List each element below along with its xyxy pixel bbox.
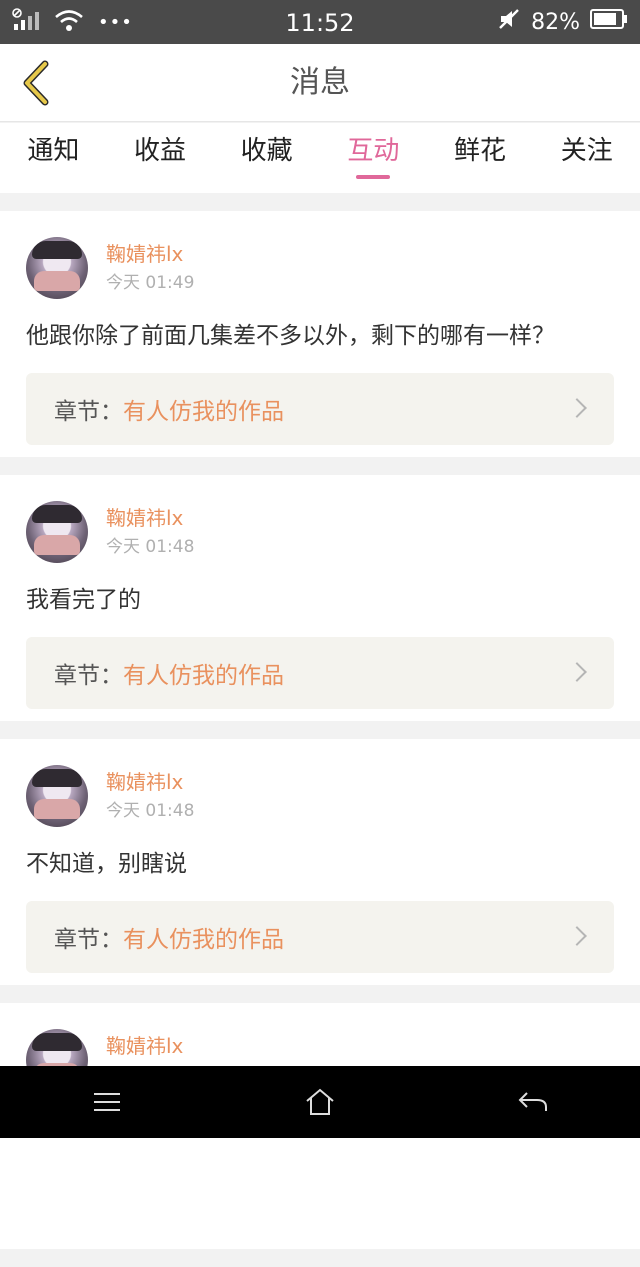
tab-following[interactable]: 关注 [533,123,640,193]
home-icon [306,1088,334,1115]
chevron-right-icon [567,662,587,682]
menu-button[interactable] [67,1066,147,1138]
timestamp: 今天 01:49 [106,273,195,293]
status-right-icons: 82% [497,0,628,44]
battery-level: 82% [531,9,580,35]
tab-interactions[interactable]: 互动 [320,123,427,193]
chapter-link[interactable]: 章节： 有人仿我的作品 [26,373,614,445]
username[interactable]: 鞠婧祎lx [106,239,194,269]
home-button[interactable] [280,1066,360,1138]
chapter-link[interactable]: 章节： 有人仿我的作品 [26,901,614,973]
chapter-label: 章节： [54,399,123,425]
timestamp: 今天 01:48 [106,537,195,557]
tab-notifications[interactable]: 通知 [0,123,107,193]
tab-earnings[interactable]: 收益 [107,123,214,193]
tab-favorites[interactable]: 收藏 [213,123,320,193]
status-bar: ••• 11:52 82% [0,0,640,44]
chapter-label: 章节： [54,927,123,953]
timestamp: 今天 01:48 [106,801,195,821]
chapter-title: 有人仿我的作品 [123,399,284,425]
chevron-right-icon [567,926,587,946]
avatar[interactable] [26,237,88,299]
message-card: 鞠婧祎lx 今天 01:49 他跟你除了前面几集差不多以外，剩下的哪有一样？ 章… [0,211,640,457]
message-card: 鞠婧祎lx 今天 01:48 我看完了的 章节： 有人仿我的作品 [0,475,640,721]
back-system-button[interactable] [493,1066,573,1138]
tab-bar: 通知 收益 收藏 互动 鲜花 关注 [0,123,640,193]
return-icon [518,1092,548,1111]
battery-icon [590,8,628,36]
avatar[interactable] [26,501,88,563]
comment-text: 不知道，别瞎说 [26,851,187,877]
page-title: 消息 [290,65,350,100]
comment-text: 他跟你除了前面几集差不多以外，剩下的哪有一样？ [26,323,555,349]
nav-bar: 消息 [0,44,640,122]
chapter-link[interactable]: 章节： 有人仿我的作品 [26,637,614,709]
username[interactable]: 鞠婧祎lx [106,1031,183,1061]
chapter-title: 有人仿我的作品 [123,663,284,689]
avatar[interactable] [26,765,88,827]
comment-text: 我看完了的 [26,587,141,613]
system-nav-bar [0,1066,640,1138]
chapter-label: 章节： [54,663,123,689]
menu-icon [93,1093,120,1111]
chevron-right-icon [567,398,587,418]
username[interactable]: 鞠婧祎lx [106,503,194,533]
mute-icon [497,7,521,37]
chapter-title: 有人仿我的作品 [123,927,284,953]
tab-flowers[interactable]: 鲜花 [427,123,534,193]
message-card: 鞠婧祎lx 今天 01:48 不知道，别瞎说 章节： 有人仿我的作品 [0,739,640,985]
username[interactable]: 鞠婧祎lx [106,767,194,797]
